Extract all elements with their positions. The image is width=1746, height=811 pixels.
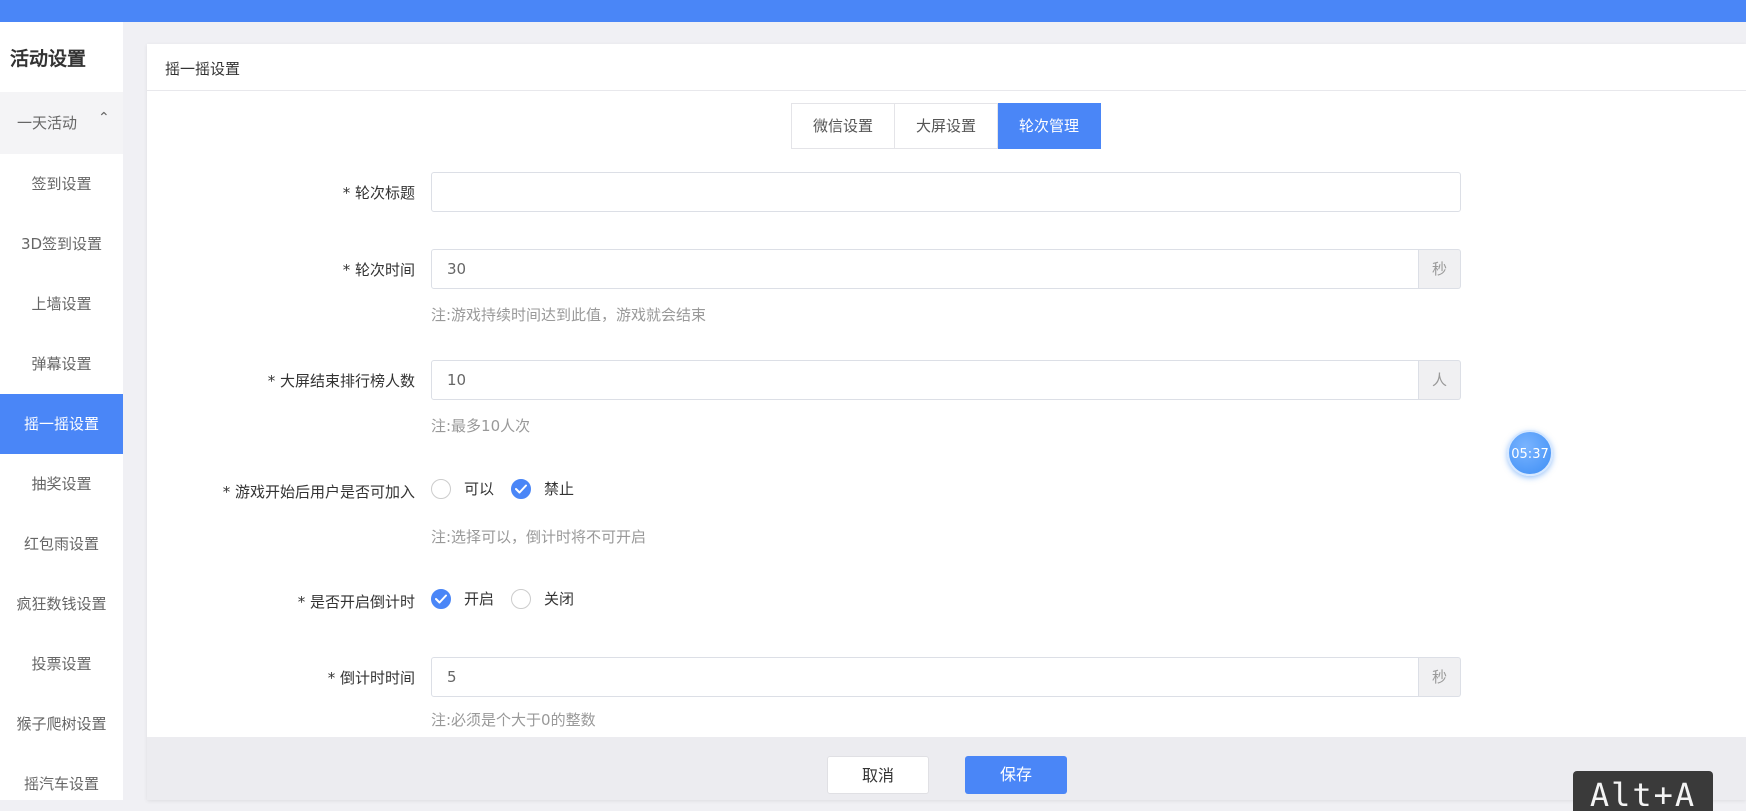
- sidebar-item-monkey-climb[interactable]: 猴子爬树设置: [0, 694, 123, 754]
- radio-label: 可以: [464, 480, 495, 498]
- round-title-label: * 轮次标题: [342, 184, 415, 202]
- rank-count-note: 注:最多10人次: [431, 417, 531, 435]
- sidebar-item-shake-car[interactable]: 摇汽车设置: [0, 754, 123, 800]
- save-button[interactable]: 保存: [965, 756, 1067, 794]
- countdown-time-unit: 秒: [1419, 657, 1461, 697]
- sidebar-group-label: 一天活动: [17, 114, 78, 132]
- settings-card: 摇一摇设置 微信设置 大屏设置 轮次管理 * 轮次标题 * 轮次时间 秒 注:游…: [147, 44, 1746, 800]
- sidebar-item-barrage[interactable]: 弹幕设置: [0, 334, 123, 394]
- sidebar-item-shake[interactable]: 摇一摇设置: [0, 394, 123, 454]
- radio-label: 开启: [464, 590, 495, 608]
- countdown-on-radio[interactable]: 开启: [431, 588, 494, 609]
- sidebar-item-sign-in[interactable]: 签到设置: [0, 154, 123, 214]
- sidebar-item-crazy-money[interactable]: 疯狂数钱设置: [0, 574, 123, 634]
- sidebar-item-wall[interactable]: 上墙设置: [0, 274, 123, 334]
- sidebar-group-one-day-activity[interactable]: 一天活动 ⌃: [0, 92, 123, 154]
- tab-big-screen-settings[interactable]: 大屏设置: [895, 103, 998, 149]
- radio-unchecked-icon: [431, 478, 451, 499]
- tab-round-management[interactable]: 轮次管理: [998, 103, 1101, 149]
- countdown-time-input[interactable]: [431, 657, 1419, 697]
- chevron-up-icon: ⌃: [98, 110, 110, 126]
- sidebar: 活动设置 一天活动 ⌃ 签到设置 3D签到设置 上墙设置 弹幕设置 摇一摇设置 …: [0, 22, 123, 800]
- check-icon: [431, 588, 451, 609]
- timer-badge[interactable]: 05:37: [1507, 430, 1553, 476]
- sidebar-item-3d-sign-in[interactable]: 3D签到设置: [0, 214, 123, 274]
- join-allow-radio[interactable]: 可以: [431, 478, 494, 499]
- countdown-off-radio[interactable]: 关闭: [511, 588, 574, 609]
- countdown-time-note: 注:必须是个大于0的整数: [431, 711, 596, 729]
- round-time-label: * 轮次时间: [342, 261, 415, 279]
- sidebar-item-vote[interactable]: 投票设置: [0, 634, 123, 694]
- card-header: 摇一摇设置: [147, 44, 1746, 91]
- join-after-start-label: * 游戏开始后用户是否可加入: [222, 483, 415, 501]
- round-time-unit: 秒: [1419, 249, 1461, 289]
- rank-count-input[interactable]: [431, 360, 1419, 400]
- radio-label: 关闭: [544, 590, 575, 608]
- radio-label: 禁止: [544, 480, 575, 498]
- countdown-time-label: * 倒计时时间: [327, 669, 415, 687]
- countdown-enabled-label: * 是否开启倒计时: [297, 593, 415, 611]
- shortcut-overlay: Alt+A: [1573, 771, 1713, 811]
- rank-count-label: * 大屏结束排行榜人数: [267, 372, 415, 390]
- tab-bar: 微信设置 大屏设置 轮次管理: [791, 103, 1101, 149]
- rank-count-unit: 人: [1419, 360, 1461, 400]
- tab-wechat-settings[interactable]: 微信设置: [791, 103, 895, 149]
- card-title: 摇一摇设置: [165, 60, 241, 78]
- cancel-button[interactable]: 取消: [827, 756, 929, 794]
- round-time-input[interactable]: [431, 249, 1419, 289]
- round-title-input[interactable]: [431, 172, 1461, 212]
- top-bar: [0, 0, 1746, 22]
- sidebar-item-red-packet-rain[interactable]: 红包雨设置: [0, 514, 123, 574]
- sidebar-title: 活动设置: [10, 48, 87, 70]
- join-after-start-note: 注:选择可以，倒计时将不可开启: [431, 528, 647, 546]
- join-forbid-radio[interactable]: 禁止: [511, 478, 574, 499]
- radio-unchecked-icon: [511, 588, 531, 609]
- form-footer: 取消 保存: [147, 737, 1746, 800]
- round-time-note: 注:游戏持续时间达到此值，游戏就会结束: [431, 306, 707, 324]
- check-icon: [511, 478, 531, 499]
- sidebar-item-lottery[interactable]: 抽奖设置: [0, 454, 123, 514]
